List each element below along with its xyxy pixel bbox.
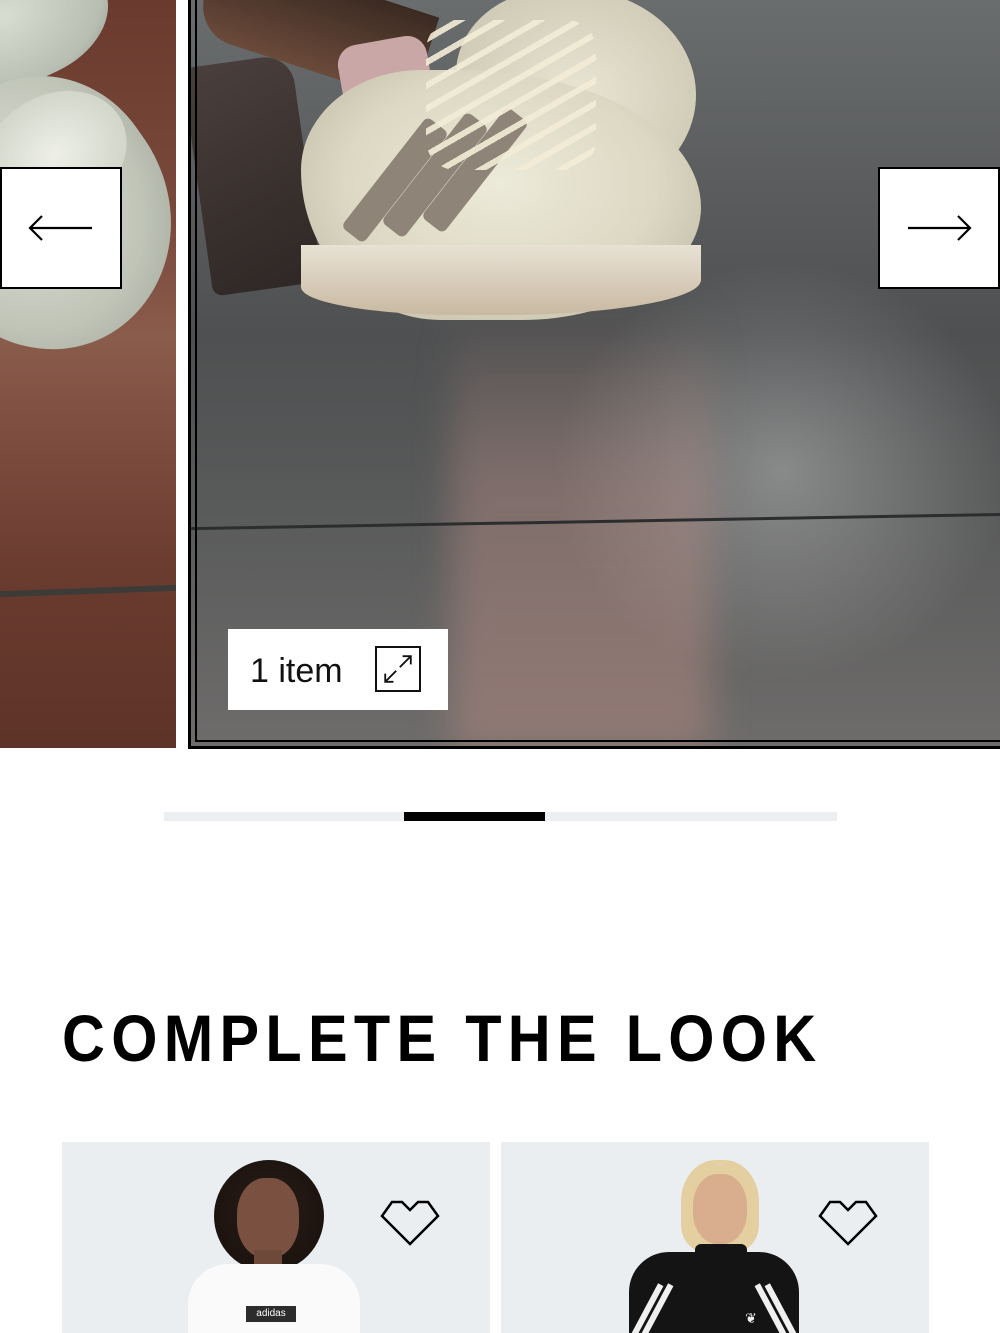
sneaker-laces	[426, 20, 596, 170]
product-image[interactable]: adidas	[188, 1160, 360, 1333]
carousel-next-button[interactable]	[878, 167, 1000, 289]
jacket-collar	[695, 1244, 747, 1284]
section-title: COMPLETE THE LOOK	[62, 1001, 823, 1075]
wishlist-button[interactable]	[817, 1196, 879, 1248]
model-face	[693, 1174, 747, 1244]
product-logo: adidas	[246, 1306, 296, 1322]
product-card[interactable]: adidas	[62, 1142, 490, 1333]
trefoil-logo-icon: ❦	[745, 1310, 757, 1326]
carousel-progress-track[interactable]	[164, 812, 837, 821]
product-image[interactable]: ❦	[620, 1160, 808, 1333]
arrow-right-icon	[908, 215, 972, 241]
heart-icon	[818, 1200, 878, 1246]
shop-the-look-badge[interactable]: 1 item	[228, 629, 448, 710]
arrow-left-icon	[28, 215, 92, 241]
product-tee	[188, 1264, 360, 1333]
previous-slide-image[interactable]	[0, 0, 176, 748]
expand-icon	[375, 646, 421, 692]
wishlist-button[interactable]	[379, 1196, 441, 1248]
item-count-label: 1 item	[250, 652, 343, 690]
product-card[interactable]: ❦	[501, 1142, 929, 1333]
carousel-prev-button[interactable]	[0, 167, 122, 289]
heart-icon	[380, 1200, 440, 1246]
carousel-progress-thumb[interactable]	[403, 812, 545, 821]
model-face	[237, 1178, 299, 1258]
floor-tile-line	[0, 584, 176, 598]
sneaker-sole-shape	[301, 245, 701, 315]
image-carousel[interactable]: 1 item	[0, 0, 1000, 752]
